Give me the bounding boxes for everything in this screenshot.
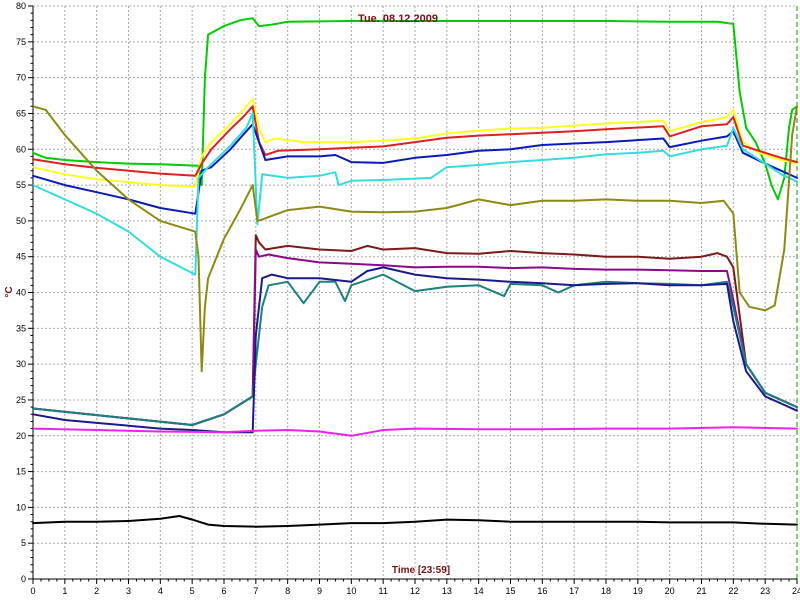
x-tick-label: 21 <box>696 586 706 596</box>
y-tick-label: 55 <box>16 180 26 190</box>
x-tick-label: 19 <box>633 586 643 596</box>
x-tick-label: 23 <box>760 586 770 596</box>
x-tick-label: 8 <box>285 586 290 596</box>
y-axis-title: °C <box>4 286 15 297</box>
x-tick-label: 5 <box>190 586 195 596</box>
x-tick-label: 10 <box>346 586 356 596</box>
x-tick-label: 11 <box>378 586 387 596</box>
y-tick-label: 60 <box>16 144 26 154</box>
x-tick-label: 15 <box>505 586 515 596</box>
y-tick-label: 80 <box>16 1 26 11</box>
y-tick-label: 25 <box>16 395 26 405</box>
temperature-chart: 0 1 2 3 4 5 6 7 8 9 10 11 12 13 14 15 16 17 18 19 20 21 22 23 24… <box>0 0 800 600</box>
x-tick-label: 22 <box>728 586 738 596</box>
y-tick-label: 45 <box>16 252 26 262</box>
x-tick-label: 4 <box>158 586 163 596</box>
y-tick-label: 5 <box>21 538 26 548</box>
x-tick-label: 17 <box>569 586 579 596</box>
x-tick-label: 3 <box>126 586 131 596</box>
y-tick-label: 35 <box>16 323 26 333</box>
y-tick-label: 0 <box>21 574 26 584</box>
y-tick-label: 30 <box>16 359 26 369</box>
y-tick-label: 20 <box>16 431 26 441</box>
x-tick-label: 14 <box>474 586 484 596</box>
y-tick-label: 65 <box>16 108 26 118</box>
y-tick-label: 10 <box>16 502 26 512</box>
x-tick-label: 18 <box>601 586 611 596</box>
x-tick-label: 6 <box>221 586 226 596</box>
y-tick-label: 75 <box>16 37 26 47</box>
y-tick-label: 70 <box>16 73 26 83</box>
x-tick-label: 16 <box>537 586 547 596</box>
y-tick-label: 40 <box>16 288 26 298</box>
x-tick-label: 1 <box>62 586 67 596</box>
x-tick-label: 0 <box>30 586 35 596</box>
x-tick-label: 9 <box>317 586 322 596</box>
x-tick-label: 24 <box>792 586 800 596</box>
y-tick-label: 15 <box>16 467 26 477</box>
y-tick-label: 50 <box>16 216 26 226</box>
x-axis-title: Time [23:59] <box>392 565 450 576</box>
x-tick-label: 13 <box>442 586 452 596</box>
chart-title: Tue. 08.12.2009 <box>358 13 438 25</box>
x-tick-label: 12 <box>410 586 420 596</box>
x-tick-label: 20 <box>665 586 675 596</box>
x-tick-label: 2 <box>94 586 99 596</box>
chart-background <box>0 0 800 600</box>
x-tick-label: 7 <box>253 586 258 596</box>
